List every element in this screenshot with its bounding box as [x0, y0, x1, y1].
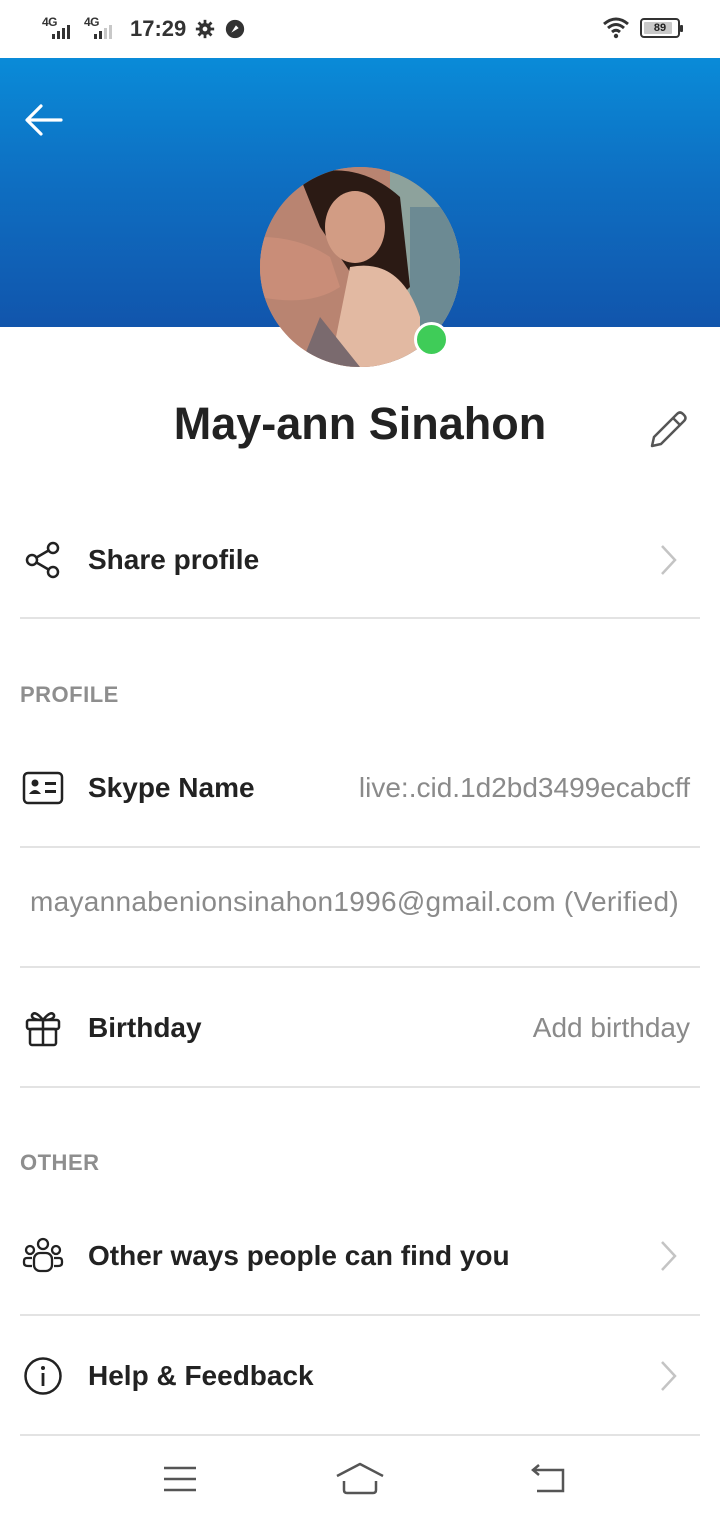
battery-level: 89 [653, 22, 667, 34]
hamburger-menu-icon [164, 1466, 196, 1492]
share-profile-label: Share profile [88, 544, 260, 575]
home-button[interactable] [330, 1454, 390, 1504]
chevron-right-icon [661, 1361, 677, 1391]
gift-icon [22, 1007, 64, 1049]
other-ways-label: Other ways people can find you [88, 1240, 510, 1271]
divider [20, 1434, 700, 1436]
divider [20, 846, 700, 848]
signal-sim2-icon: 4G [84, 15, 118, 43]
id-card-icon [22, 767, 64, 809]
other-ways-row[interactable]: Other ways people can find you [20, 1196, 700, 1316]
wifi-icon [603, 17, 629, 39]
arrow-left-icon [25, 104, 63, 136]
settings-gear-icon [196, 19, 215, 39]
birthday-row[interactable]: Birthday Add birthday [20, 968, 700, 1088]
battery-icon: 89 [640, 18, 683, 38]
share-profile-row[interactable]: Share profile [20, 500, 700, 620]
people-icon [22, 1235, 64, 1277]
info-icon [22, 1355, 64, 1397]
clock: 17:29 [130, 16, 187, 41]
back-nav-icon [531, 1464, 565, 1493]
help-feedback-row[interactable]: Help & Feedback [20, 1316, 700, 1436]
profile-name: May-ann Sinahon [173, 398, 547, 449]
birthday-label: Birthday [88, 1012, 202, 1043]
edit-name-button[interactable] [640, 402, 696, 458]
email-value[interactable]: mayannabenionsinahon1996@gmail.com (Veri… [30, 886, 700, 932]
section-header-profile: PROFILE [20, 682, 119, 707]
back-button[interactable] [20, 96, 68, 144]
online-status-indicator [414, 322, 449, 357]
skype-name-value: live:.cid.1d2bd3499ecabcff [358, 772, 690, 803]
chevron-right-icon [661, 1241, 677, 1271]
help-feedback-label: Help & Feedback [88, 1360, 314, 1391]
share-icon [22, 539, 64, 581]
data-saver-icon [226, 19, 245, 39]
add-birthday-link[interactable]: Add birthday [533, 1012, 690, 1044]
system-nav-bar [0, 1440, 720, 1520]
home-icon [336, 1462, 384, 1495]
menu-button[interactable] [150, 1454, 210, 1504]
section-header-other: OTHER [20, 1150, 100, 1175]
skype-name-label: Skype Name [88, 772, 255, 803]
divider [20, 1086, 700, 1088]
skype-name-row[interactable]: Skype Name live:.cid.1d2bd3499ecabcff [20, 728, 700, 848]
back-nav-button[interactable] [518, 1454, 578, 1504]
status-bar: 4G 4G 17:29 89 [0, 0, 720, 58]
chevron-right-icon [661, 545, 677, 575]
signal-sim1-icon: 4G [42, 15, 76, 43]
pencil-icon [650, 411, 687, 448]
divider [20, 617, 700, 619]
